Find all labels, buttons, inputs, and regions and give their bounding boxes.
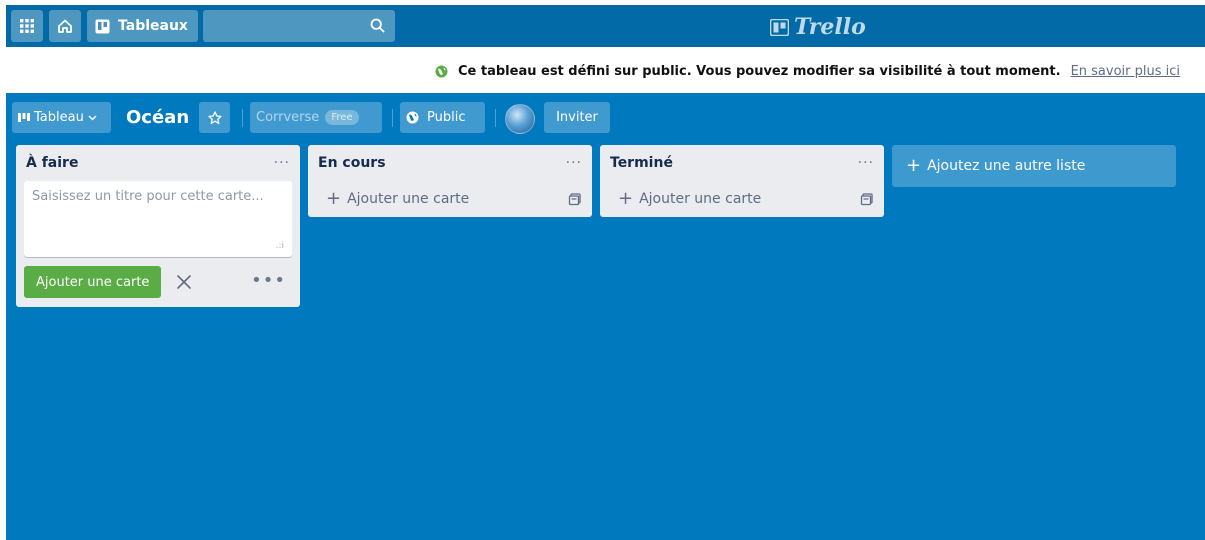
add-card-label-wrap: + Ajouter une carte [326,190,469,208]
list-menu-button[interactable]: ··· [858,155,874,171]
add-list-button[interactable]: + Ajoutez une autre liste [892,145,1176,187]
card-title-input[interactable] [24,181,292,257]
more-options-icon[interactable]: ••• [251,272,286,290]
list-header: Terminé ··· [600,145,884,181]
add-card-submit-button[interactable]: Ajouter une carte [24,266,162,298]
resize-grip-icon[interactable]: .:i [276,241,284,251]
list-header: En cours ··· [308,145,592,181]
search-icon [370,18,385,33]
divider [495,109,496,127]
boards-button[interactable]: Tableaux [87,10,198,42]
add-card-label: Ajouter une carte [347,191,470,207]
team-badge: Free [325,110,359,125]
add-card-label-wrap: + Ajouter une carte [618,190,761,208]
add-list-label: Ajoutez une autre liste [927,158,1086,174]
list-menu-button[interactable]: ··· [274,155,290,171]
list-termine: Terminé ··· + Ajouter une carte [600,145,884,217]
plus-icon: + [618,188,634,209]
plus-icon: + [906,155,922,176]
star-icon [207,110,222,124]
home-button[interactable] [49,10,81,42]
star-button[interactable] [199,102,230,133]
divider [392,109,393,127]
grid-icon [20,19,34,33]
composer-controls: Ajouter une carte ••• [16,257,300,307]
board-icon [95,19,110,33]
card-composer: .:i [24,181,292,257]
list-en-cours: En cours ··· + Ajouter une carte [308,145,592,217]
template-icon[interactable] [568,192,582,206]
board-view-label: Tableau [34,110,84,125]
boards-label: Tableaux [118,18,188,34]
notice-message: Ce tableau est défini sur public. Vous p… [458,64,1061,79]
public-notice: Ce tableau est défini sur public. Vous p… [435,64,1180,79]
globe-icon [406,111,419,124]
list-title[interactable]: En cours [318,155,386,171]
close-icon [177,275,192,289]
list-title[interactable]: À faire [26,155,78,171]
board-canvas: Tableau Océan Corrverse Free Public Invi… [6,93,1205,540]
visibility-label: Public [427,110,466,125]
avatar[interactable] [505,104,535,134]
invite-label: Inviter [556,110,598,125]
apps-button[interactable] [11,10,43,42]
invite-button[interactable]: Inviter [544,102,610,133]
learn-more-link[interactable]: En savoir plus ici [1071,64,1180,79]
search-input[interactable] [202,10,395,42]
top-header: Tableaux Trello [6,5,1205,47]
add-card-button[interactable]: + Ajouter une carte [600,181,884,217]
board-view-icon [18,113,30,122]
list-title[interactable]: Terminé [610,155,673,171]
add-card-button[interactable]: + Ajouter une carte [308,181,592,217]
list-header: À faire ··· [16,145,300,181]
list-menu-button[interactable]: ··· [566,155,582,171]
trello-logo-icon [770,18,789,36]
globe-icon [435,65,448,78]
visibility-button[interactable]: Public [400,102,485,133]
template-icon[interactable] [860,192,874,206]
divider [242,109,243,127]
search-box[interactable] [202,10,395,42]
logo-text: Trello [794,14,866,40]
home-icon [58,19,72,33]
add-card-label: Ajouter une carte [639,191,762,207]
close-composer-button[interactable] [173,271,195,293]
trello-logo[interactable]: Trello [770,14,866,40]
chevron-down-icon [88,115,97,120]
team-button[interactable]: Corrverse Free [250,102,382,133]
board-title[interactable]: Océan [126,102,189,133]
team-label: Corrverse [256,110,320,125]
board-view-switcher[interactable]: Tableau [12,102,111,133]
plus-icon: + [326,188,342,209]
list-a-faire: À faire ··· .:i Ajouter une carte ••• [16,145,300,307]
